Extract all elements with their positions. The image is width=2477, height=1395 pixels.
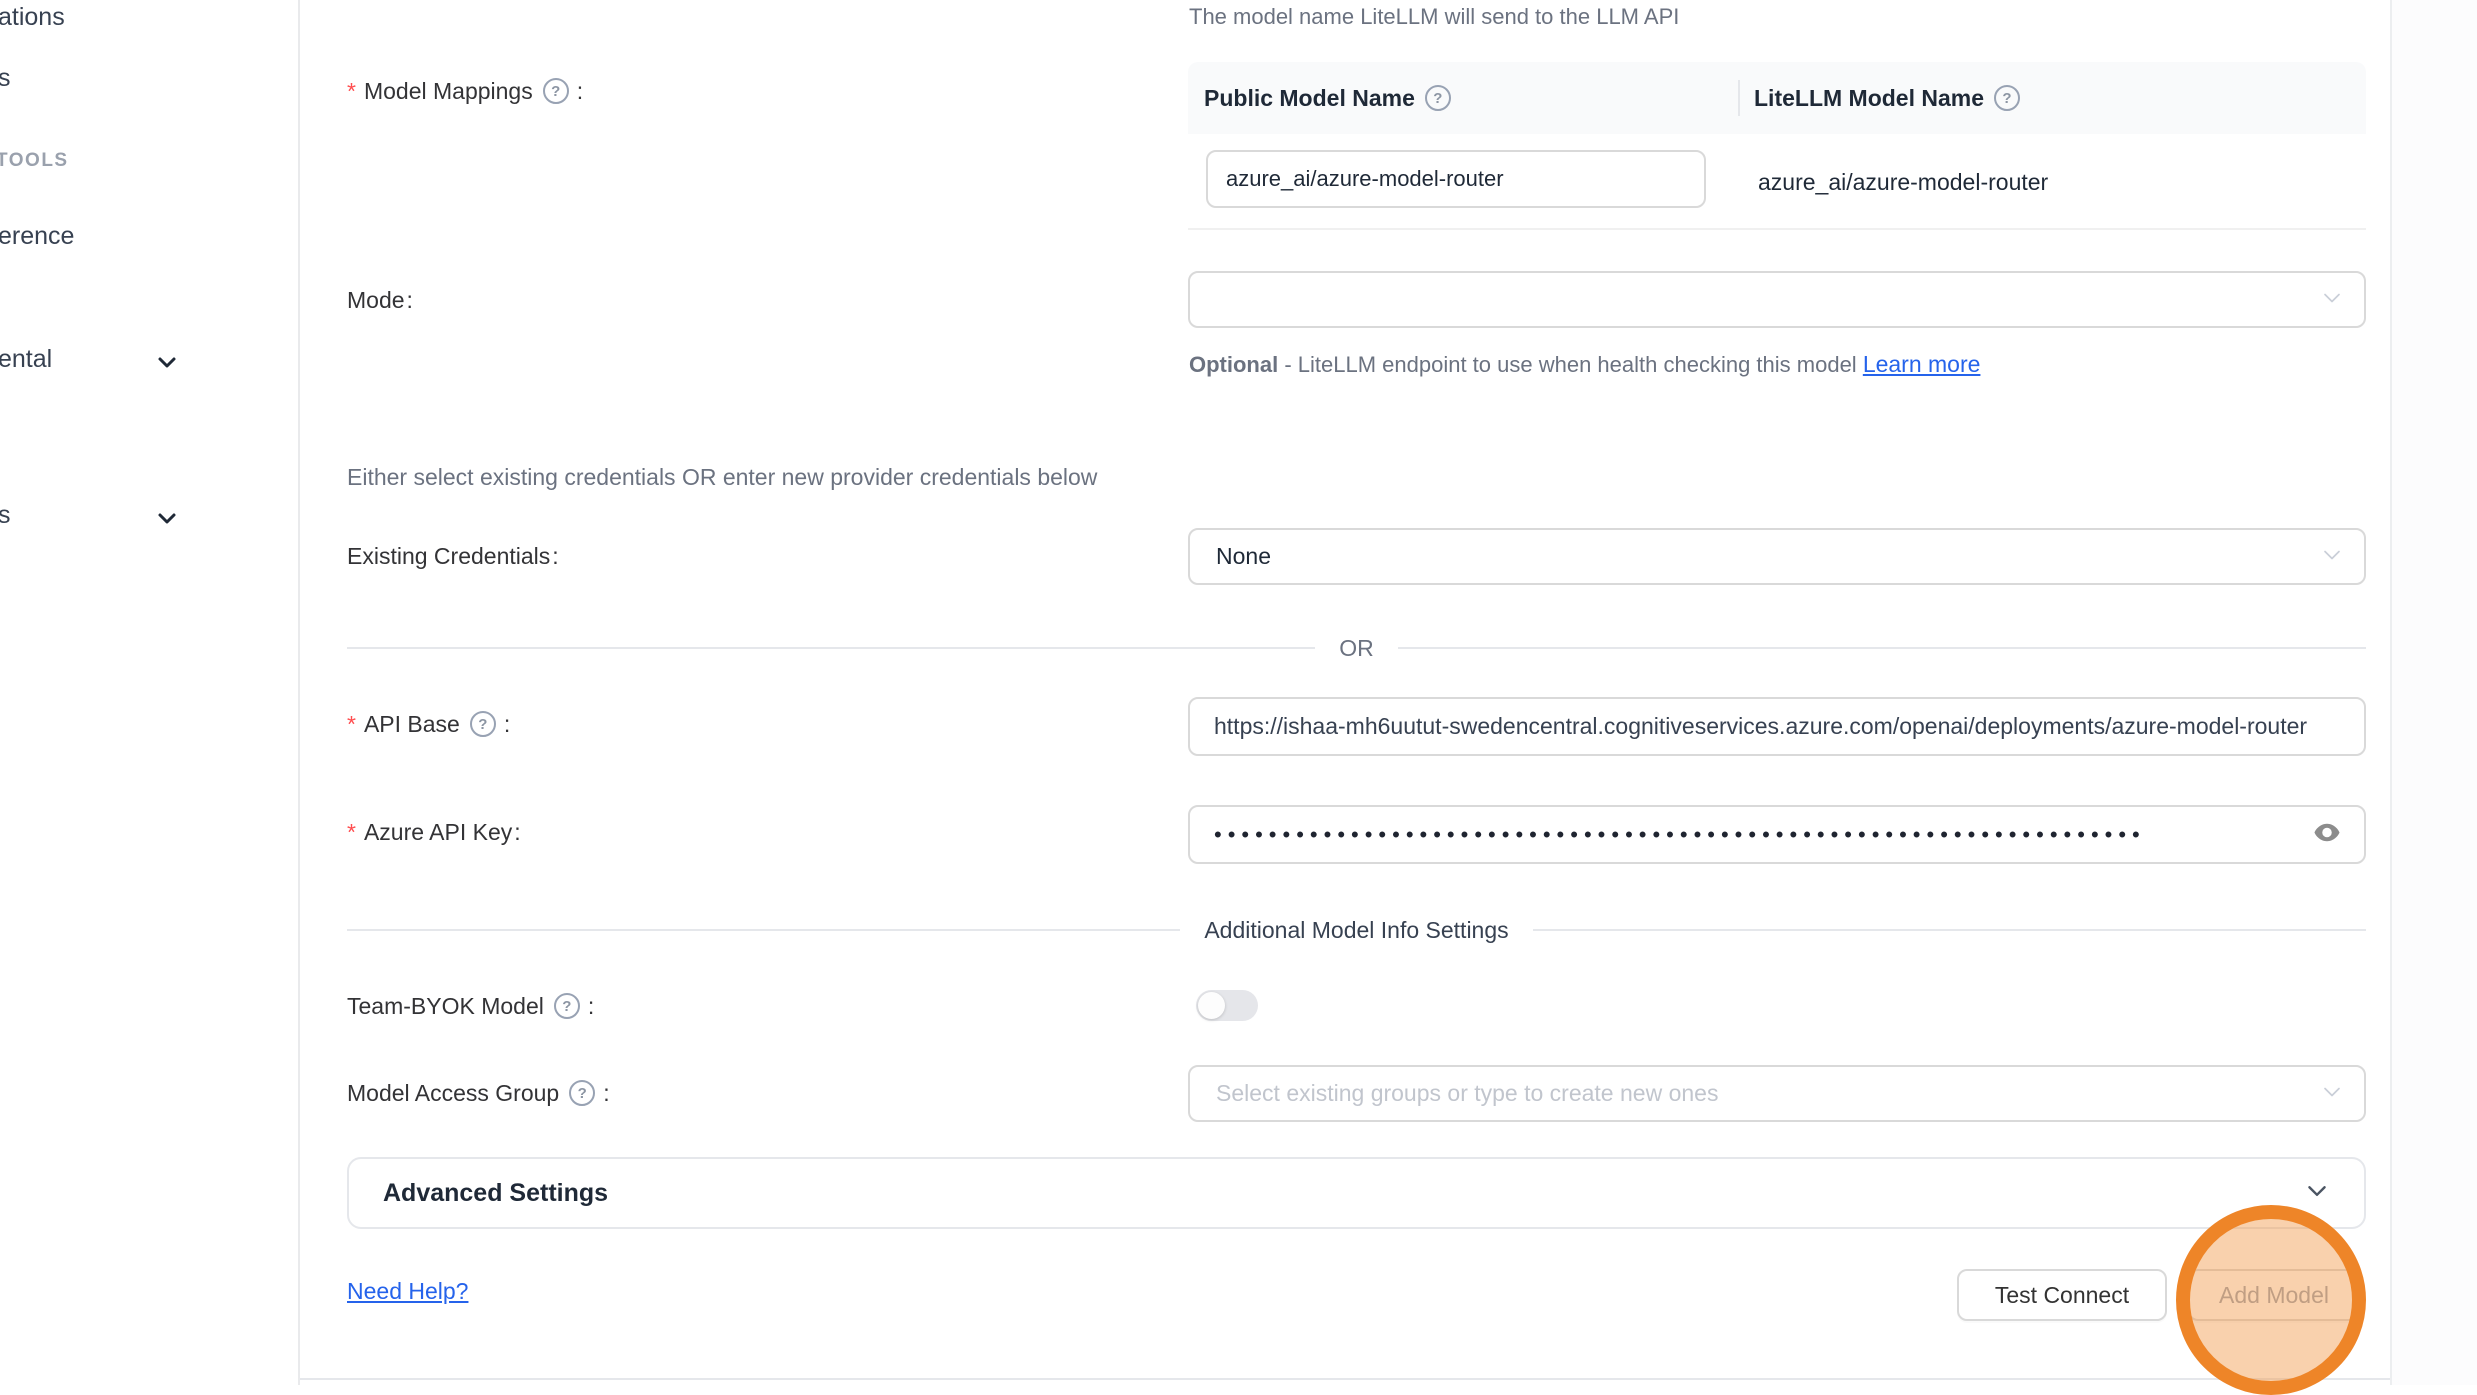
column-header-public-model-name: Public Model Name ? bbox=[1188, 85, 1738, 112]
model-access-group-label: Model Access Group ? : bbox=[347, 1077, 610, 1109]
question-circle-icon[interactable]: ? bbox=[1425, 85, 1451, 111]
chevron-down-icon[interactable] bbox=[2304, 1178, 2330, 1209]
masked-api-key-value: ••••••••••••••••••••••••••••••••••••••••… bbox=[1190, 822, 2250, 848]
required-asterisk: * bbox=[347, 711, 356, 738]
existing-credentials-value: None bbox=[1190, 543, 1271, 570]
question-circle-icon[interactable]: ? bbox=[569, 1080, 595, 1106]
question-circle-icon[interactable]: ? bbox=[1994, 85, 2020, 111]
highlight-circle-annotation bbox=[2176, 1205, 2366, 1395]
existing-credentials-label: Existing Credentials: bbox=[347, 540, 559, 572]
mode-help-text: Optional - LiteLLM endpoint to use when … bbox=[1189, 344, 2013, 385]
page-right-gutter bbox=[2390, 0, 2477, 1385]
sidebar-item-truncated-4[interactable]: ental bbox=[0, 345, 52, 374]
column-header-litellm-model-name: LiteLLM Model Name ? bbox=[1738, 85, 2026, 112]
header-divider bbox=[1738, 80, 1740, 116]
question-circle-icon[interactable]: ? bbox=[554, 993, 580, 1019]
litellm-model-name-value: azure_ai/azure-model-router bbox=[1758, 134, 2048, 230]
test-connect-button[interactable]: Test Connect bbox=[1957, 1269, 2167, 1321]
required-asterisk: * bbox=[347, 819, 356, 846]
mode-select[interactable] bbox=[1188, 271, 2366, 328]
api-base-label: * API Base ? : bbox=[347, 708, 510, 740]
api-base-input[interactable]: https://ishaa-mh6uutut-swedencentral.cog… bbox=[1188, 697, 2366, 756]
sidebar: ations s TOOLS erence ental s bbox=[0, 0, 300, 1385]
chevron-down-icon bbox=[2320, 285, 2344, 314]
chevron-down-icon bbox=[2320, 542, 2344, 571]
credentials-note: Either select existing credentials OR en… bbox=[347, 464, 1097, 491]
sidebar-item-truncated-1[interactable]: ations bbox=[0, 3, 65, 32]
sidebar-section-tools: TOOLS bbox=[0, 150, 69, 172]
question-circle-icon[interactable]: ? bbox=[543, 78, 569, 104]
model-access-group-select[interactable]: Select existing groups or type to create… bbox=[1188, 1065, 2366, 1122]
existing-credentials-select[interactable]: None bbox=[1188, 528, 2366, 585]
question-circle-icon[interactable]: ? bbox=[470, 711, 496, 737]
chevron-down-icon[interactable] bbox=[155, 506, 179, 535]
table-row: azure_ai/azure-model-router bbox=[1188, 134, 2366, 230]
or-divider: OR bbox=[347, 635, 2366, 661]
litellm-model-name-help: The model name LiteLLM will send to the … bbox=[1189, 4, 1679, 30]
learn-more-link[interactable]: Learn more bbox=[1863, 351, 1981, 377]
additional-info-divider: Additional Model Info Settings bbox=[347, 917, 2366, 943]
eye-icon[interactable] bbox=[2312, 817, 2342, 852]
team-byok-label: Team-BYOK Model ? : bbox=[347, 990, 594, 1022]
required-asterisk: * bbox=[347, 78, 356, 105]
sidebar-item-truncated-3[interactable]: erence bbox=[0, 222, 74, 251]
sidebar-item-truncated-2[interactable]: s bbox=[0, 64, 11, 93]
model-access-group-placeholder: Select existing groups or type to create… bbox=[1190, 1080, 1718, 1107]
model-mappings-table: Public Model Name ? LiteLLM Model Name ?… bbox=[1188, 62, 2366, 230]
sidebar-item-truncated-5[interactable]: s bbox=[0, 501, 11, 530]
advanced-settings-panel[interactable]: Advanced Settings bbox=[347, 1157, 2366, 1229]
api-base-value: https://ishaa-mh6uutut-swedencentral.cog… bbox=[1190, 713, 2364, 740]
chevron-down-icon bbox=[2320, 1079, 2344, 1108]
azure-api-key-input[interactable]: ••••••••••••••••••••••••••••••••••••••••… bbox=[1188, 805, 2366, 864]
public-model-name-input[interactable] bbox=[1206, 150, 1706, 208]
mode-label: Mode: bbox=[347, 284, 413, 316]
need-help-link[interactable]: Need Help? bbox=[347, 1278, 468, 1305]
team-byok-toggle[interactable] bbox=[1196, 990, 1258, 1021]
table-header-row: Public Model Name ? LiteLLM Model Name ? bbox=[1188, 62, 2366, 134]
azure-api-key-label: * Azure API Key : bbox=[347, 816, 521, 848]
advanced-settings-label: Advanced Settings bbox=[383, 1179, 608, 1208]
toggle-knob bbox=[1198, 992, 1225, 1019]
card-bottom-border bbox=[300, 1378, 2390, 1380]
model-mappings-label: * Model Mappings ? : bbox=[347, 75, 583, 107]
add-model-form: The model name LiteLLM will send to the … bbox=[300, 0, 2390, 1385]
chevron-down-icon[interactable] bbox=[155, 350, 179, 379]
